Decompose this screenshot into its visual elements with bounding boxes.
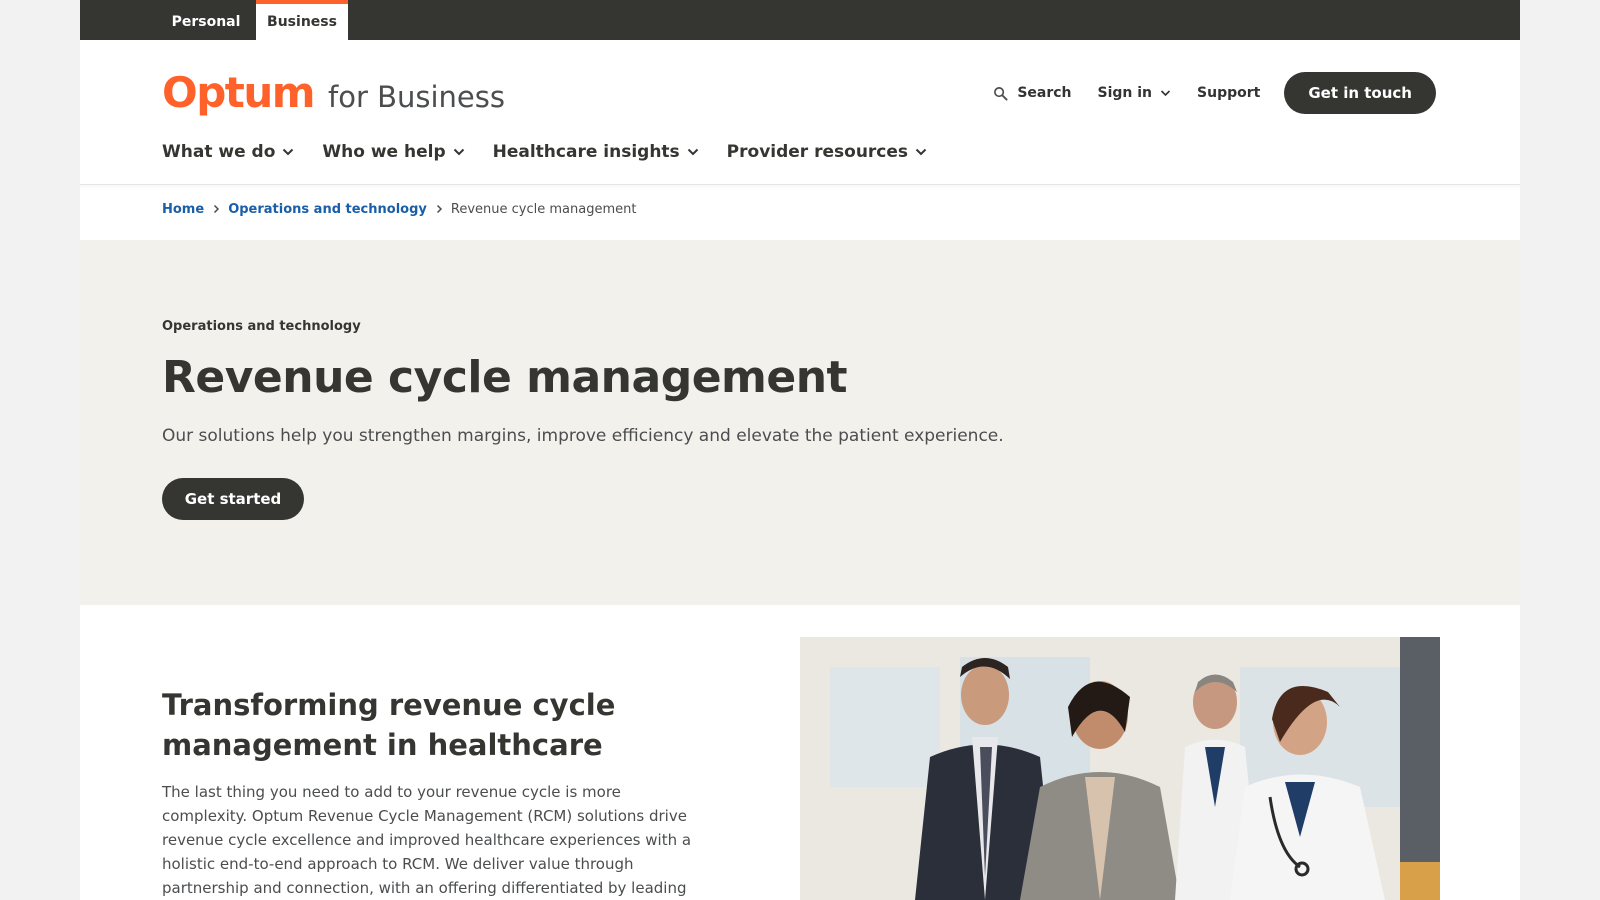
search-link[interactable]: Search	[993, 85, 1072, 101]
nav-who-we-help[interactable]: Who we help	[322, 142, 464, 162]
breadcrumb: Home Operations and technology Revenue c…	[162, 196, 636, 222]
nav-label: Who we help	[322, 142, 446, 162]
optum-logo[interactable]: Optum for Business	[162, 68, 505, 117]
nav-label: Healthcare insights	[492, 142, 680, 162]
team-photo	[800, 637, 1440, 900]
chevron-down-icon	[687, 148, 698, 156]
chevron-down-icon	[1160, 90, 1171, 97]
utility-nav: Search Sign in Support Get in touch	[967, 72, 1436, 114]
tab-business[interactable]: Business	[256, 0, 348, 40]
nav-what-we-do[interactable]: What we do	[162, 142, 294, 162]
support-link[interactable]: Support	[1197, 85, 1260, 101]
breadcrumb-home[interactable]: Home	[162, 202, 204, 217]
tab-personal[interactable]: Personal	[160, 0, 252, 40]
nav-healthcare-insights[interactable]: Healthcare insights	[493, 142, 699, 162]
get-in-touch-button[interactable]: Get in touch	[1284, 72, 1436, 114]
logo-subtitle: for Business	[328, 80, 505, 114]
nav-label: What we do	[162, 142, 276, 162]
get-started-button[interactable]: Get started	[162, 478, 304, 520]
chevron-down-icon	[453, 148, 464, 156]
section-title: Transforming revenue cycle management in…	[162, 688, 616, 762]
nav-provider-resources[interactable]: Provider resources	[727, 142, 927, 162]
section-body: The last thing you need to add to your r…	[162, 783, 692, 897]
site-header: Optum for Business Search Sign in Suppor…	[80, 40, 1520, 185]
search-icon	[994, 86, 1008, 101]
main-nav: What we do Who we help Healthcare insigh…	[162, 136, 955, 168]
chevron-right-icon	[213, 204, 220, 214]
audience-bar: Personal Business	[80, 0, 1520, 40]
breadcrumb-operations[interactable]: Operations and technology	[228, 202, 427, 217]
page-title: Revenue cycle management	[162, 352, 848, 403]
sign-in-label: Sign in	[1097, 85, 1153, 101]
nav-label: Provider resources	[726, 142, 909, 162]
hero-eyebrow: Operations and technology	[162, 319, 361, 334]
chevron-down-icon	[915, 148, 927, 156]
search-label: Search	[1017, 85, 1072, 101]
hero-section: Operations and technology Revenue cycle …	[80, 240, 1520, 605]
hero-subtitle: Our solutions help you strengthen margin…	[162, 426, 1004, 446]
logo-brand: Optum	[162, 68, 316, 117]
chevron-right-icon	[436, 204, 443, 214]
chevron-down-icon	[283, 148, 294, 156]
sign-in-dropdown[interactable]: Sign in	[1098, 85, 1172, 101]
page: Personal Business Optum for Business Sea…	[80, 0, 1520, 900]
breadcrumb-current: Revenue cycle management	[450, 201, 637, 217]
